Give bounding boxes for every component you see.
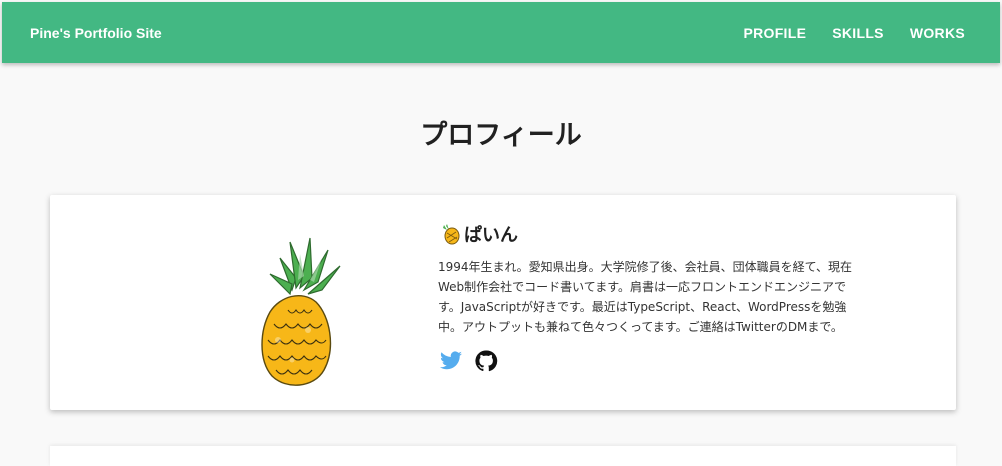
github-icon[interactable] — [474, 349, 498, 373]
name-row: ぱいん — [438, 219, 878, 249]
app-bar: Pine's Portfolio Site PROFILE SKILLS WOR… — [2, 2, 1000, 63]
profile-info: ぱいん 1994年生まれ。愛知県出身。大学院修了後、会社員、団体職員を経て、現在… — [438, 219, 878, 373]
nav-profile[interactable]: PROFILE — [730, 17, 819, 49]
site-title[interactable]: Pine's Portfolio Site — [30, 25, 162, 41]
main-nav: PROFILE SKILLS WORKS — [730, 17, 978, 49]
profile-bio: 1994年生まれ。愛知県出身。大学院修了後、会社員、団体職員を経て、現在Web制… — [438, 260, 853, 334]
pineapple-avatar — [261, 237, 341, 386]
next-card-edge — [50, 446, 956, 466]
profile-name: ぱいん — [464, 225, 518, 246]
social-links — [438, 349, 878, 373]
page-title: プロフィール — [420, 120, 582, 151]
pineapple-icon — [443, 224, 460, 245]
twitter-icon[interactable] — [438, 349, 462, 373]
nav-works[interactable]: WORKS — [897, 17, 978, 49]
nav-skills[interactable]: SKILLS — [819, 17, 897, 49]
profile-card: ぱいん 1994年生まれ。愛知県出身。大学院修了後、会社員、団体職員を経て、現在… — [50, 195, 956, 410]
